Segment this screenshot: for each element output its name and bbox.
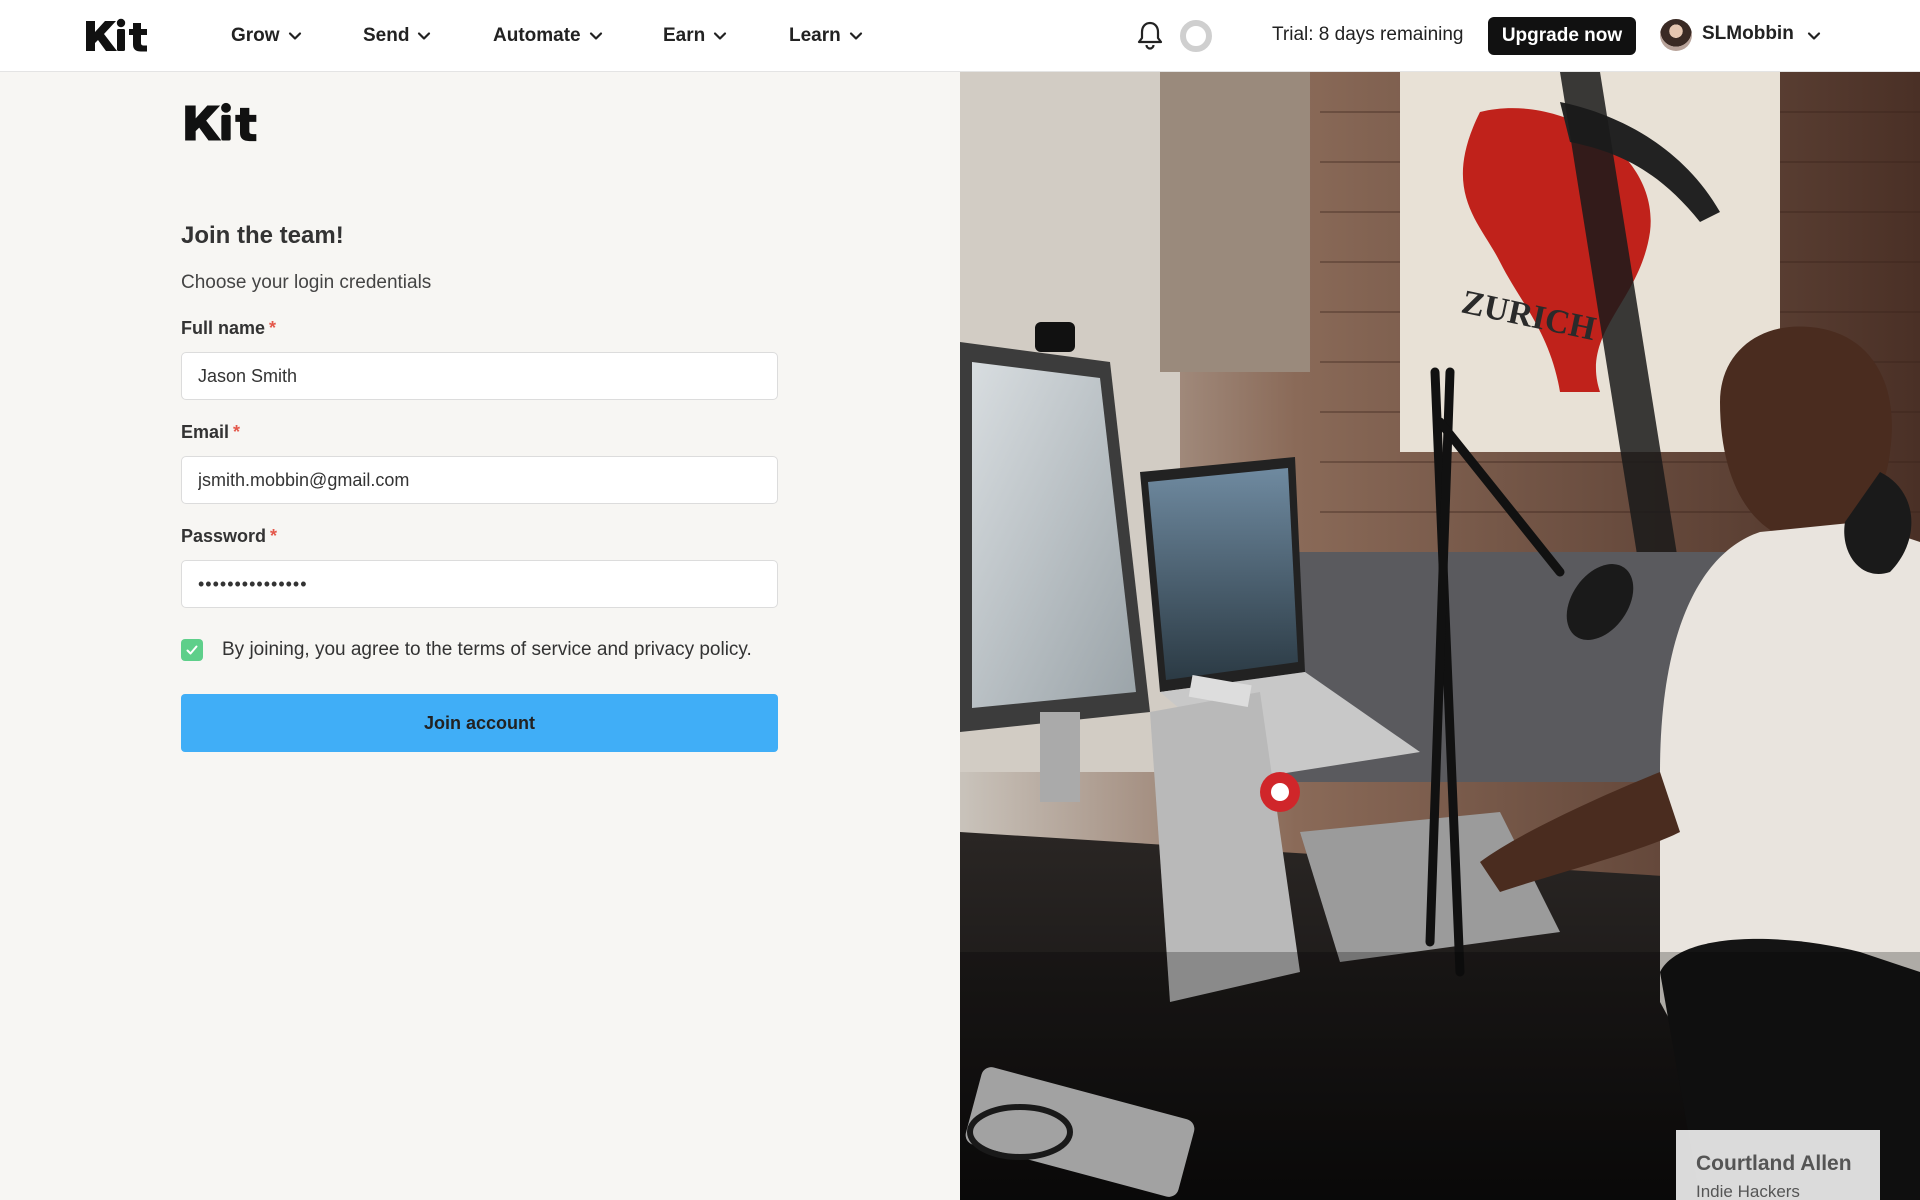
nav-grow[interactable]: Grow	[231, 22, 302, 50]
password-label: Password *	[181, 526, 277, 547]
email-input[interactable]	[181, 456, 778, 504]
nav-automate-label: Automate	[493, 25, 581, 46]
photo-caption: Courtland Allen Indie Hackers	[1676, 1130, 1880, 1200]
full-name-label-text: Full name	[181, 318, 266, 338]
nav-earn[interactable]: Earn	[663, 22, 727, 50]
nav-learn-label: Learn	[789, 25, 841, 46]
username[interactable]: SLMobbin	[1702, 23, 1794, 45]
avatar[interactable]	[1660, 19, 1692, 51]
full-name-input[interactable]	[181, 352, 778, 400]
caption-name: Courtland Allen	[1696, 1152, 1852, 1175]
trial-status: Trial: 8 days remaining	[1272, 24, 1464, 45]
caption-role: Indie Hackers	[1696, 1182, 1800, 1200]
password-label-text: Password	[181, 526, 267, 546]
nav-automate[interactable]: Automate	[493, 22, 603, 50]
email-label: Email *	[181, 422, 240, 443]
nav-learn[interactable]: Learn	[789, 22, 863, 50]
required-marker: *	[270, 526, 278, 546]
email-label-text: Email	[181, 422, 230, 442]
nav-send[interactable]: Send	[363, 22, 431, 50]
page-subtitle: Choose your login credentials	[181, 272, 432, 293]
kit-logo[interactable]	[86, 18, 156, 54]
password-input[interactable]	[181, 560, 778, 608]
upgrade-now-button[interactable]: Upgrade now	[1488, 17, 1636, 55]
hero-photo: ZURICH	[960, 72, 1920, 1200]
chevron-down-icon	[418, 32, 431, 40]
nav-grow-label: Grow	[231, 25, 280, 46]
chevron-down-icon	[714, 32, 727, 40]
required-marker: *	[233, 422, 241, 442]
workspace-photo-illustration: ZURICH	[960, 72, 1920, 1200]
kit-logo	[185, 102, 257, 142]
required-marker: *	[269, 318, 277, 338]
bell-icon[interactable]	[1136, 20, 1164, 50]
terms-checkbox[interactable]	[181, 639, 203, 661]
checkmark-icon	[186, 645, 198, 655]
join-account-button[interactable]: Join account	[181, 694, 778, 752]
loading-spinner-icon	[1180, 20, 1212, 52]
terms-text: By joining, you agree to the terms of se…	[222, 639, 752, 660]
page-title: Join the team!	[181, 222, 344, 249]
signup-panel	[0, 72, 960, 1200]
chevron-down-icon[interactable]	[1806, 28, 1822, 44]
nav-earn-label: Earn	[663, 25, 706, 46]
chevron-down-icon	[288, 32, 301, 40]
top-navigation: Grow Send Automate Earn Learn Trial: 8 d…	[0, 0, 1920, 72]
nav-send-label: Send	[363, 25, 410, 46]
chevron-down-icon	[589, 32, 602, 40]
chevron-down-icon	[849, 32, 862, 40]
full-name-label: Full name *	[181, 318, 276, 339]
